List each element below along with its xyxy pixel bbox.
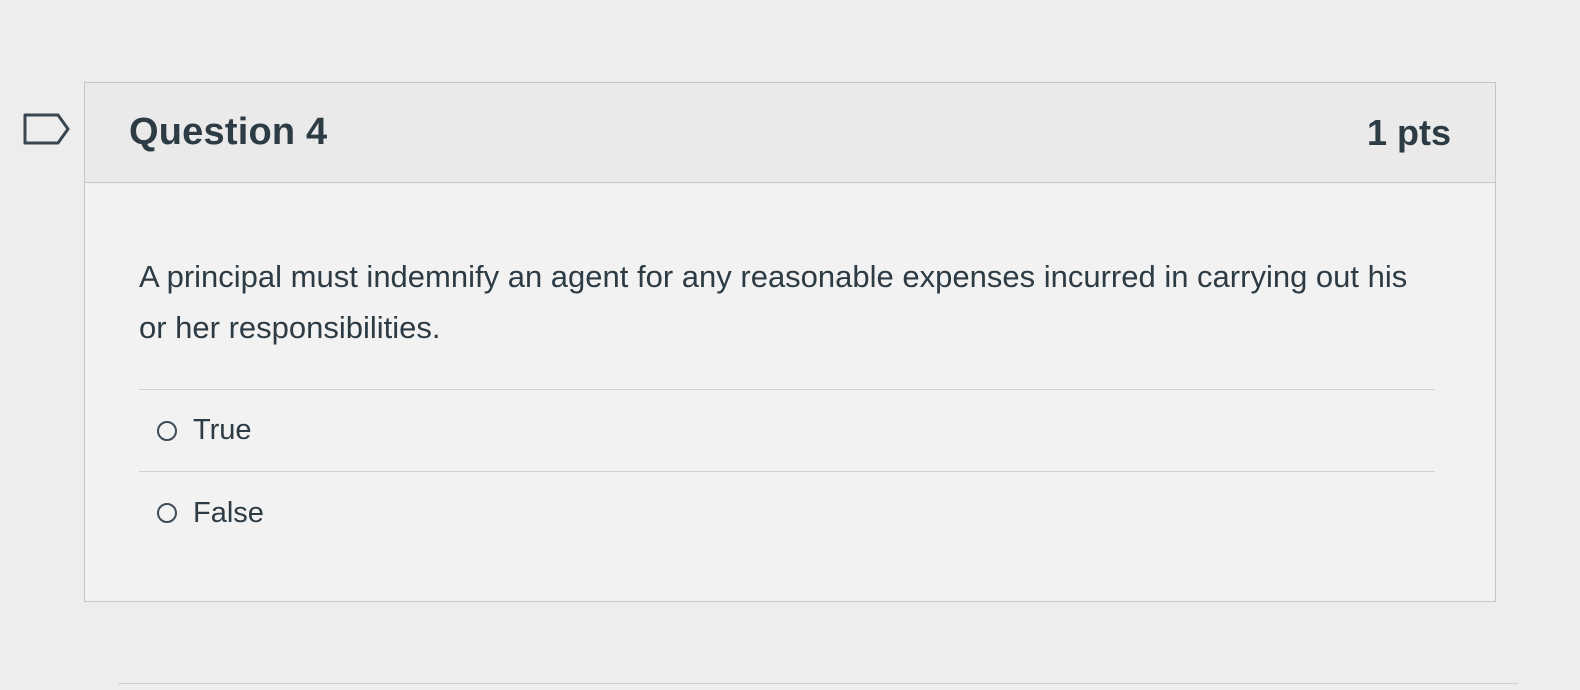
- answer-option-false[interactable]: False: [139, 472, 1435, 554]
- question-card: Question 4 1 pts A principal must indemn…: [84, 82, 1496, 602]
- question-header: Question 4 1 pts: [85, 83, 1495, 183]
- question-title: Question 4: [129, 111, 328, 153]
- radio-button-false[interactable]: [157, 503, 177, 523]
- answer-option-true[interactable]: True: [139, 390, 1435, 472]
- question-text: A principal must indemnify an agent for …: [139, 259, 1408, 345]
- flag-question-icon[interactable]: [22, 112, 72, 146]
- question-body: A principal must indemnify an agent for …: [85, 183, 1495, 554]
- radio-button-true[interactable]: [157, 420, 177, 441]
- question-points: 1 pts: [1366, 111, 1451, 153]
- answer-label-false: False: [193, 496, 264, 529]
- answer-label-true: True: [193, 414, 252, 446]
- answer-list: True False: [139, 389, 1435, 554]
- page-divider: [118, 683, 1518, 684]
